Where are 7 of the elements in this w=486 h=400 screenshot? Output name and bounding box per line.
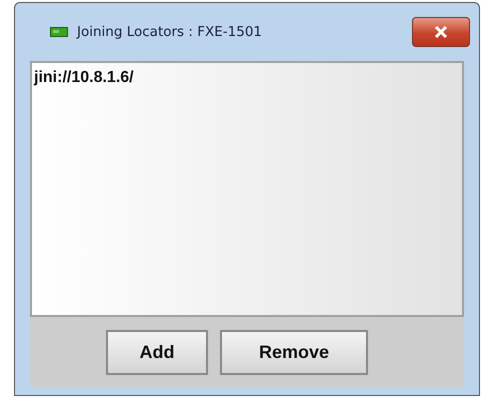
remove-button[interactable]: Remove (220, 330, 368, 374)
window-title: Joining Locators : FXE-1501 (77, 24, 263, 40)
add-button[interactable]: Add (106, 330, 208, 374)
device-icon (50, 27, 68, 37)
close-icon (434, 26, 448, 38)
close-button[interactable] (412, 17, 470, 47)
locator-item[interactable]: jini://10.8.1.6/ (34, 69, 460, 87)
